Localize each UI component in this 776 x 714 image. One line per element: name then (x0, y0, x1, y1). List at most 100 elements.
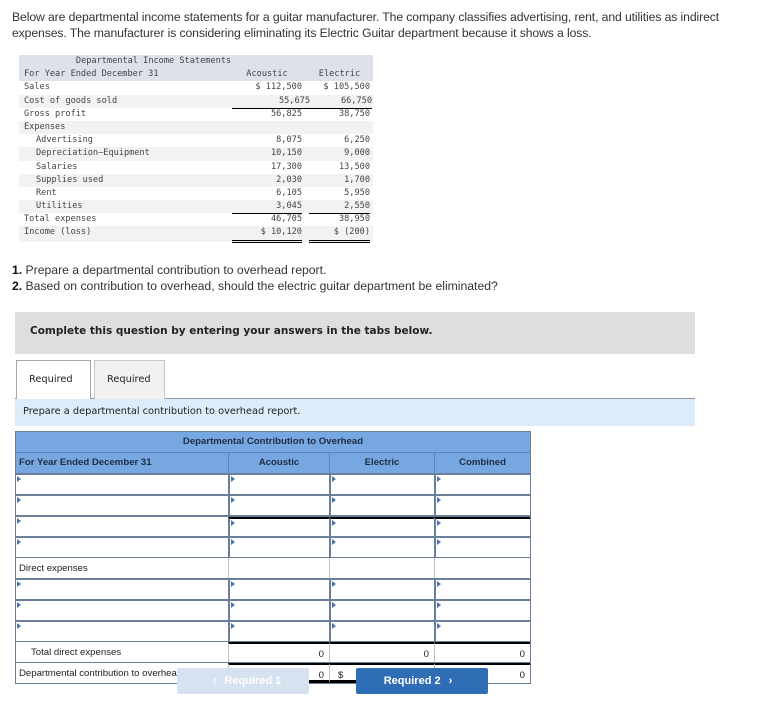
direct-expense-acoustic-input[interactable] (230, 580, 329, 599)
exhibit-row-label: Advertising (36, 135, 93, 146)
sales-section-electric-input[interactable] (331, 519, 434, 536)
tab-strip: Required 1 Required 2 (15, 360, 695, 423)
direct-expense-input-row (16, 599, 530, 620)
sales-section-electric-cell (329, 517, 434, 536)
direct-expense-combined-input[interactable] (436, 622, 530, 641)
exhibit-col-acoustic: Acoustic (246, 69, 288, 80)
dropdown-marker-icon (437, 520, 441, 526)
dropdown-marker-icon (332, 520, 336, 526)
sales-section-combined-cell (434, 538, 530, 557)
sales-section-acoustic-input[interactable] (230, 475, 329, 494)
sales-section-combined-input[interactable] (436, 496, 530, 515)
dropdown-marker-icon (332, 602, 336, 608)
dropdown-marker-icon (17, 602, 21, 608)
exhibit-row: Advertising 8,075 6,250 (19, 134, 373, 147)
dropdown-marker-icon (332, 476, 336, 482)
exhibit-row: Expenses (19, 120, 373, 135)
exhibit-acoustic-value: $ 10,120 (232, 226, 302, 243)
direct-expenses-electric-blank (329, 558, 434, 578)
direct-expense-label-input[interactable] (16, 622, 228, 641)
total-direct-combined: 0 (434, 642, 530, 662)
sales-section-label-input[interactable] (16, 517, 228, 536)
exhibit-row: Cost of goods sold 55,675 66,750 (19, 94, 373, 109)
dropdown-marker-icon (231, 497, 235, 503)
sales-section-acoustic-input[interactable] (230, 496, 329, 515)
sales-section-electric-input[interactable] (331, 538, 434, 557)
exhibit-row: Income (loss) $ 10,120 $ (200) (19, 226, 373, 243)
dropdown-marker-icon (437, 476, 441, 482)
prev-required-1-button[interactable]: ‹ Required 1 (177, 668, 309, 694)
direct-expense-acoustic-input[interactable] (230, 601, 329, 620)
direct-expense-acoustic-cell (228, 622, 329, 641)
sales-section-input-row (16, 473, 530, 494)
question-list: 1. Prepare a departmental contribution t… (12, 263, 498, 294)
tab-required-1[interactable]: Required 1 (16, 360, 91, 423)
sales-section-combined-input[interactable] (436, 519, 530, 536)
income-statement-exhibit: Departmental Income Statements For Year … (19, 55, 373, 243)
tab-required-2[interactable]: Required 2 (94, 360, 165, 423)
header-period: For Year Ended December 31 (19, 457, 152, 468)
direct-expenses-combined-blank (434, 558, 530, 578)
sales-section-electric-input[interactable] (331, 475, 434, 494)
instructions-band: Complete this question by entering your … (15, 312, 695, 354)
direct-expense-electric-input[interactable] (331, 580, 434, 599)
exhibit-row: Sales $ 112,500 $ 105,500 (19, 81, 373, 94)
sales-section-acoustic-input[interactable] (230, 538, 329, 557)
dropdown-marker-icon (332, 581, 336, 587)
dropdown-marker-icon (437, 623, 441, 629)
question-2-text: Based on contribution to overhead, shoul… (22, 278, 498, 293)
contribution-combined-value: 0 (519, 670, 525, 681)
exhibit-row: Gross profit 56,825 38,750 (19, 108, 373, 121)
dropdown-marker-icon (17, 581, 21, 587)
direct-expense-acoustic-input[interactable] (230, 622, 329, 641)
total-direct-label: Total direct expenses (31, 647, 122, 658)
sales-section-electric-input[interactable] (331, 496, 434, 515)
sales-section-combined-input[interactable] (436, 538, 530, 557)
total-direct-electric-value: 0 (423, 649, 429, 660)
exhibit-row-label: Salaries (36, 161, 78, 172)
exhibit-row: Salaries 17,300 13,500 (19, 161, 373, 174)
tab-instruction-bar: Prepare a departmental contribution to o… (15, 399, 695, 426)
direct-expense-label-cell (16, 601, 228, 620)
direct-expense-electric-input[interactable] (331, 601, 434, 620)
exhibit-electric-value: 9,000 (344, 148, 370, 159)
sales-section-acoustic-input[interactable] (230, 519, 329, 536)
contribution-acoustic-value: 0 (318, 670, 324, 681)
sales-section-acoustic-cell (228, 517, 329, 536)
direct-expense-electric-input[interactable] (331, 622, 434, 641)
dropdown-marker-icon (231, 623, 235, 629)
next-required-2-button[interactable]: Required 2 › (356, 668, 488, 694)
exhibit-row-label: Expenses (24, 121, 66, 132)
exhibit-electric-value: 38,750 (338, 108, 370, 119)
direct-expense-label-input[interactable] (16, 580, 228, 599)
sales-section-electric-cell (329, 538, 434, 557)
direct-expenses-label: Direct expenses (19, 563, 88, 574)
sales-section-combined-input[interactable] (436, 475, 530, 494)
prev-button-label: Required 1 (224, 675, 282, 687)
sales-section-acoustic-cell (228, 538, 329, 557)
sales-section-label-input[interactable] (16, 538, 228, 557)
direct-expense-combined-input[interactable] (436, 601, 530, 620)
total-direct-expenses-row: Total direct expenses 0 0 0 (16, 641, 530, 662)
exhibit-row: Rent 6,105 5,950 (19, 187, 373, 200)
exhibit-acoustic-value: 8,075 (276, 135, 302, 146)
direct-expense-input-row (16, 620, 530, 641)
dropdown-marker-icon (17, 476, 21, 482)
sales-section-label-input[interactable] (16, 496, 228, 515)
exhibit-electric-value: 2,550 (309, 200, 370, 215)
exhibit-row-label: Income (loss) (24, 227, 92, 238)
tab-instruction-text: Prepare a departmental contribution to o… (23, 406, 301, 417)
sales-section-input-row (16, 515, 530, 536)
question-1-number: 1. (12, 263, 23, 277)
exhibit-electric-value: 38,950 (309, 213, 370, 228)
direct-expenses-acoustic-blank (228, 558, 329, 578)
exhibit-row: Supplies used 2,030 1,700 (19, 173, 373, 187)
sales-section-combined-cell (434, 517, 530, 536)
chevron-left-icon: ‹ (212, 675, 217, 687)
sales-section-label-input[interactable] (16, 475, 228, 494)
direct-expense-combined-input[interactable] (436, 580, 530, 599)
report-title: Departmental Contribution to Overhead (182, 436, 364, 447)
direct-expense-label-input[interactable] (16, 601, 228, 620)
dropdown-marker-icon (437, 539, 441, 545)
direct-expense-label-cell (16, 622, 228, 641)
